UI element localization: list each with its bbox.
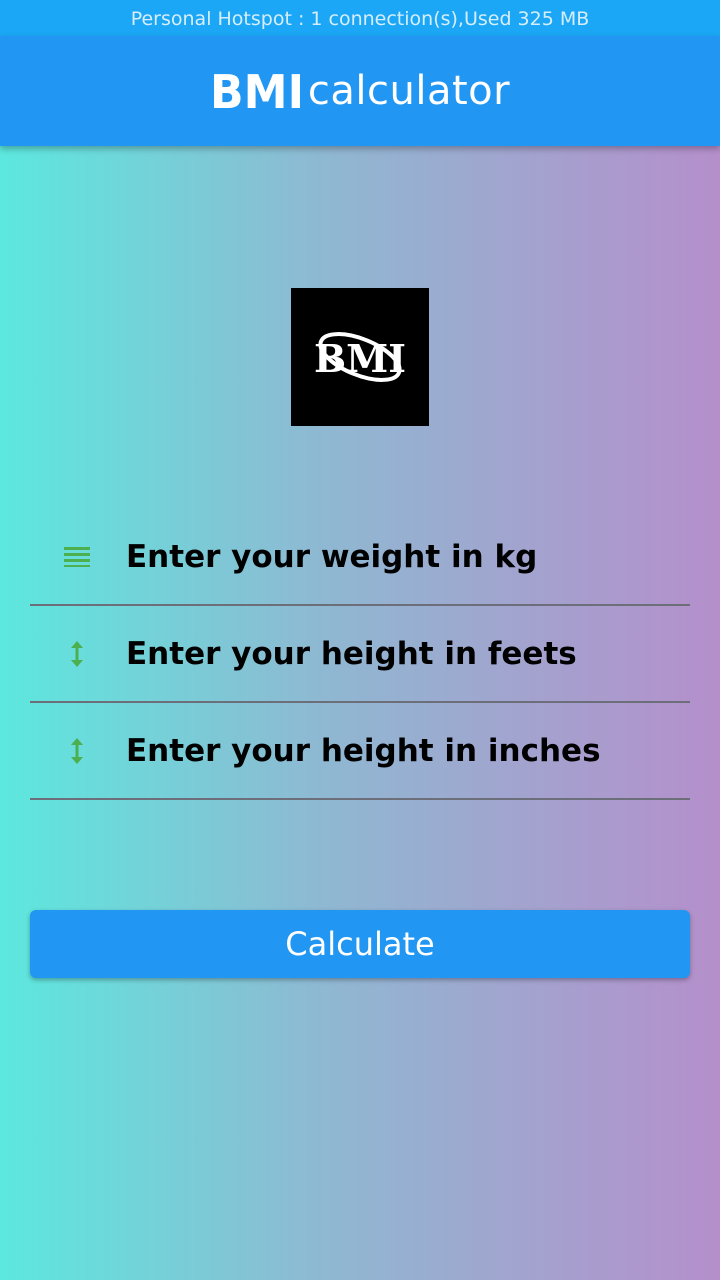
status-bar-text: Personal Hotspot : 1 connection(s),Used …	[130, 8, 590, 30]
center-logo-text: BMI	[314, 336, 406, 381]
height-feet-input[interactable]	[126, 606, 676, 701]
weight-bars-icon	[62, 509, 92, 604]
title-logo-text: BMI	[210, 68, 304, 114]
app-title-text: calculator	[307, 68, 511, 114]
calculate-button[interactable]: Calculate	[30, 910, 690, 978]
height-feet-field	[30, 606, 690, 703]
height-inches-input[interactable]	[126, 703, 676, 798]
bmi-logo-icon: BMI	[210, 68, 306, 114]
bmi-center-logo: BMI	[291, 288, 429, 426]
app-title: BMI calculator	[210, 68, 510, 114]
height-inches-field	[30, 703, 690, 800]
vertical-arrows-icon	[62, 606, 92, 701]
weight-field	[30, 509, 690, 606]
weight-input[interactable]	[126, 509, 676, 604]
vertical-arrows-icon	[62, 703, 92, 798]
app-bar: BMI calculator	[0, 36, 720, 146]
status-bar: Personal Hotspot : 1 connection(s),Used …	[0, 0, 720, 36]
